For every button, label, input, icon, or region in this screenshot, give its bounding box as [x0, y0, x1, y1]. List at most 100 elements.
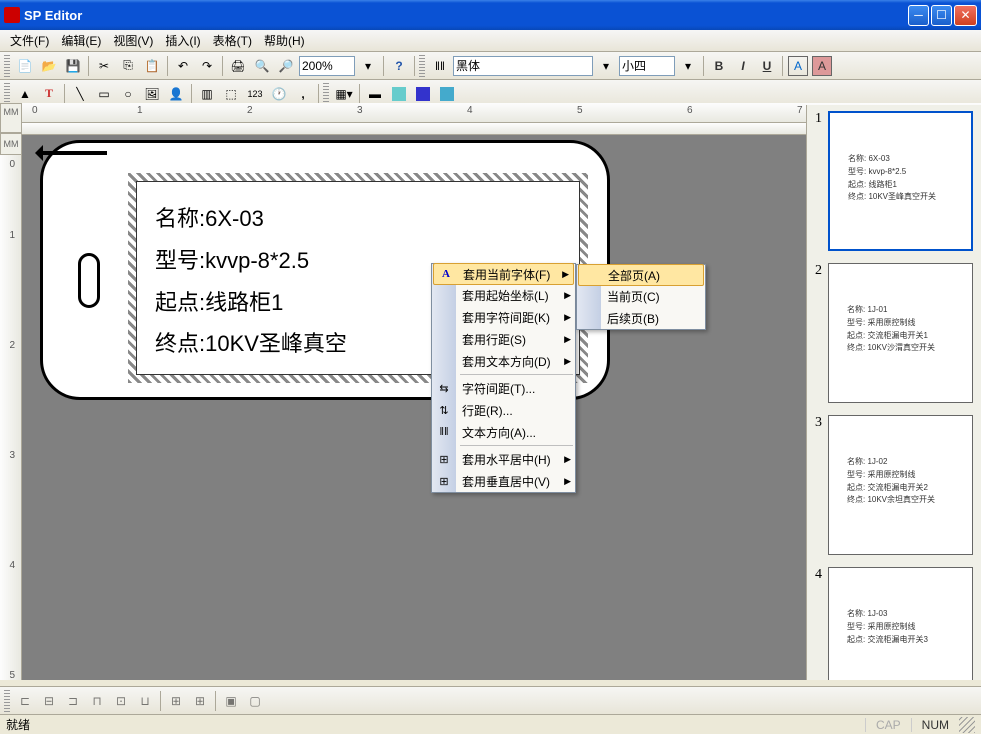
line-tool[interactable]: ╲	[69, 83, 91, 105]
close-button[interactable]: ✕	[954, 5, 977, 26]
fg-color-button[interactable]	[412, 83, 434, 105]
distribute-v-button[interactable]: ⊞	[189, 690, 211, 712]
preview-button[interactable]: 🔍	[251, 55, 273, 77]
menu-file[interactable]: 文件(F)	[4, 30, 55, 51]
window-title: SP Editor	[24, 8, 908, 23]
align-vcenter-button[interactable]: ⊡	[110, 690, 132, 712]
separator	[215, 691, 216, 711]
paste-button[interactable]: 📋	[141, 55, 163, 77]
grip-icon	[419, 55, 425, 77]
ctx-apply-origin[interactable]: 套用起始坐标(L) ▶	[432, 284, 575, 306]
cut-button[interactable]: ✂	[93, 55, 115, 77]
distribute-h-button[interactable]: ⊞	[165, 690, 187, 712]
select-tool[interactable]: ⬚	[220, 83, 242, 105]
label-hole	[78, 253, 100, 308]
thumb-preview[interactable]: 名称: 1J-02 型号: 采用原控制线 起点: 交流柜漏电开关2 终点: 10…	[828, 415, 973, 555]
minimize-button[interactable]: ─	[908, 5, 929, 26]
open-button[interactable]: 📂	[38, 55, 60, 77]
align-hcenter-button[interactable]: ⊟	[38, 690, 60, 712]
comma-tool[interactable]: ,	[292, 83, 314, 105]
print-button[interactable]: 🖨	[227, 55, 249, 77]
grip-icon	[323, 83, 329, 105]
canvas[interactable]: 名称:6X-03 型号:kvvp-8*2.5 起点:线路柜1 终点:10KV圣峰…	[22, 135, 806, 680]
underline-button[interactable]: U	[756, 55, 778, 77]
thumb-item[interactable]: 2 名称: 1J-01 型号: 采用原控制线 起点: 交流柜漏电开关1 终点: …	[807, 257, 981, 409]
bring-front-button[interactable]: ▣	[220, 690, 242, 712]
find-button[interactable]: 🔎	[275, 55, 297, 77]
zoom-combo[interactable]	[299, 56, 355, 76]
thumb-preview[interactable]: 名称: 6X-03 型号: kvvp-8*2.5 起点: 线路柜1 终点: 10…	[828, 111, 973, 251]
zoom-dropdown-icon[interactable]: ▾	[357, 55, 379, 77]
menu-table[interactable]: 表格(T)	[207, 30, 258, 51]
separator	[414, 56, 415, 76]
fill-a-button[interactable]: A	[811, 55, 833, 77]
ctx-apply-charspacing[interactable]: 套用字符间距(K) ▶	[432, 306, 575, 328]
submenu-current-page[interactable]: 当前页(C)	[577, 285, 705, 307]
statusbar: 就绪 CAP NUM	[0, 714, 981, 734]
chevron-right-icon: ▶	[564, 290, 571, 301]
ctx-apply-font[interactable]: A 套用当前字体(F) ▶	[433, 263, 574, 285]
time-tool[interactable]: 🕐	[268, 83, 290, 105]
font-combo[interactable]	[453, 56, 593, 76]
menu-insert[interactable]: 插入(I)	[159, 30, 206, 51]
align-left-button[interactable]: ⊏	[14, 690, 36, 712]
submenu-all-pages[interactable]: 全部页(A)	[578, 264, 704, 286]
table-button[interactable]: ▦▾	[333, 83, 355, 105]
thumb-preview[interactable]: 名称: 1J-01 型号: 采用原控制线 起点: 交流柜漏电开关1 终点: 10…	[828, 263, 973, 403]
ctx-charspacing[interactable]: ⇆ 字符间距(T)...	[432, 377, 575, 399]
submenu: 全部页(A) 当前页(C) 后续页(B)	[576, 264, 706, 330]
chevron-right-icon: ▶	[562, 269, 569, 280]
menu-view[interactable]: 视图(V)	[107, 30, 159, 51]
thumb-item[interactable]: 4 名称: 1J-03 型号: 采用原控制线 起点: 交流柜漏电开关3	[807, 561, 981, 680]
bold-button[interactable]: B	[708, 55, 730, 77]
send-back-button[interactable]: ▢	[244, 690, 266, 712]
align-right-button[interactable]: ⊐	[62, 690, 84, 712]
more-color-button[interactable]	[436, 83, 458, 105]
ellipse-tool[interactable]: ○	[117, 83, 139, 105]
help-button[interactable]: ?	[388, 55, 410, 77]
ctx-apply-textdir[interactable]: 套用文本方向(D) ▶	[432, 350, 575, 372]
chevron-right-icon: ▶	[564, 334, 571, 345]
thumbnail-panel[interactable]: 1 名称: 6X-03 型号: kvvp-8*2.5 起点: 线路柜1 终点: …	[806, 105, 981, 680]
copy-button[interactable]: ⎘	[117, 55, 139, 77]
pointer-tool[interactable]: ▲	[14, 83, 36, 105]
separator	[359, 84, 360, 104]
outline-a-button[interactable]: A	[787, 55, 809, 77]
ctx-linespacing[interactable]: ⇅ 行距(R)...	[432, 399, 575, 421]
image-tool[interactable]: 🖼	[141, 83, 163, 105]
new-button[interactable]: 📄	[14, 55, 36, 77]
menu-help[interactable]: 帮助(H)	[258, 30, 311, 51]
resize-grip-icon[interactable]	[959, 717, 975, 733]
align-bottom-button[interactable]: ⊔	[134, 690, 156, 712]
italic-button[interactable]: I	[732, 55, 754, 77]
person-tool[interactable]: 👤	[165, 83, 187, 105]
thumb-preview[interactable]: 名称: 1J-03 型号: 采用原控制线 起点: 交流柜漏电开关3	[828, 567, 973, 680]
menu-edit[interactable]: 编辑(E)	[55, 30, 107, 51]
text-tool[interactable]: T	[38, 83, 60, 105]
separator	[88, 56, 89, 76]
thumb-item[interactable]: 3 名称: 1J-02 型号: 采用原控制线 起点: 交流柜漏电开关2 终点: …	[807, 409, 981, 561]
save-button[interactable]: 💾	[62, 55, 84, 77]
align-button[interactable]: ‖‖	[429, 55, 451, 77]
undo-button[interactable]: ↶	[172, 55, 194, 77]
align-top-button[interactable]: ⊓	[86, 690, 108, 712]
barcode-tool[interactable]: ▥	[196, 83, 218, 105]
rect-tool[interactable]: ▭	[93, 83, 115, 105]
bg-color-button[interactable]	[388, 83, 410, 105]
maximize-button[interactable]: ☐	[931, 5, 952, 26]
vspacing-icon: ⇅	[435, 401, 453, 419]
fill-color-button[interactable]: ▬	[364, 83, 386, 105]
thumb-item[interactable]: 1 名称: 6X-03 型号: kvvp-8*2.5 起点: 线路柜1 终点: …	[807, 105, 981, 257]
redo-button[interactable]: ↷	[196, 55, 218, 77]
font-size-combo[interactable]	[619, 56, 675, 76]
ctx-apply-linespacing[interactable]: 套用行距(S) ▶	[432, 328, 575, 350]
ctx-vcenter[interactable]: ⊞ 套用垂直居中(V) ▶	[432, 470, 575, 492]
size-dropdown-icon[interactable]: ▾	[677, 55, 699, 77]
ctx-hcenter[interactable]: ⊞ 套用水平居中(H) ▶	[432, 448, 575, 470]
counter-tool[interactable]: 123	[244, 83, 266, 105]
font-dropdown-icon[interactable]: ▾	[595, 55, 617, 77]
ctx-textdir[interactable]: ‖‖ 文本方向(A)...	[432, 421, 575, 443]
hspacing-icon: ⇆	[435, 379, 453, 397]
submenu-following-pages[interactable]: 后续页(B)	[577, 307, 705, 329]
context-menu: A 套用当前字体(F) ▶ 套用起始坐标(L) ▶ 套用字符间距(K) ▶ 套用…	[431, 263, 576, 493]
